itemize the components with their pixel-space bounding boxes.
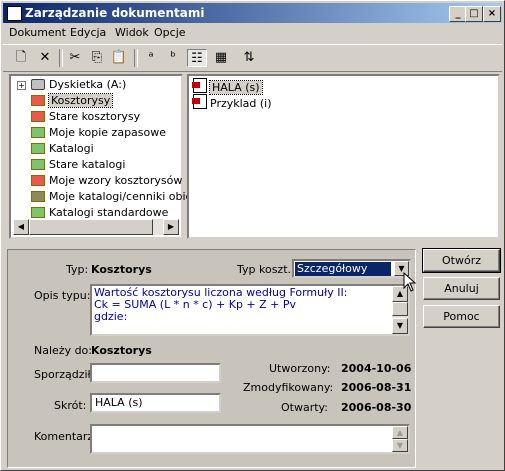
details-view-icon[interactable]: ▦: [211, 49, 231, 67]
tree-item-katalogi[interactable]: Katalogi: [31, 141, 94, 157]
folder-icon: [31, 207, 45, 218]
horizontal-scrollbar[interactable]: ◀ ▶: [13, 219, 179, 235]
document-icon: [192, 78, 207, 93]
scroll-thumb[interactable]: [392, 302, 408, 316]
tree-item-label: Stare katalogi: [49, 158, 126, 171]
help-button[interactable]: Pomoc: [423, 305, 500, 328]
scroll-thumb[interactable]: [29, 219, 153, 235]
sporzadzil-label: Sporządził:: [34, 368, 95, 381]
cut-icon[interactable]: ✂: [65, 49, 85, 67]
title-bar[interactable]: Zarządzanie dokumentami _ □ ×: [3, 3, 502, 23]
typ-label: Typ:: [66, 263, 89, 276]
document-item-przyklad[interactable]: Przyklad (i): [192, 94, 272, 110]
new-document-icon[interactable]: 🗋: [11, 49, 31, 67]
tree-item-kosztorysy[interactable]: Kosztorysy: [31, 93, 114, 109]
menu-dokument[interactable]: Dokument: [9, 26, 66, 39]
toolbar: 🗋 ✕ ✂ ⎘ 📋 ᵃ ᵇ ☷ ▦ ⇅: [3, 44, 502, 72]
sort-icon[interactable]: ⇅: [239, 49, 259, 67]
folder-icon: [31, 95, 45, 106]
paste-icon[interactable]: 📋: [109, 49, 129, 67]
menu-opcje[interactable]: Opcje: [154, 26, 186, 39]
folder-icon: [31, 127, 45, 138]
document-label: Przyklad (i): [210, 97, 272, 110]
tree-item-label: Stare kosztorysy: [49, 110, 141, 123]
skrot-label: Skrót:: [54, 399, 87, 412]
tree-item-label: Moje wzory kosztorysów: [49, 174, 183, 187]
menu-bar: Dokument Edycja Widok Opcje: [3, 24, 502, 42]
scroll-down-icon[interactable]: ▼: [392, 318, 408, 334]
scroll-down-icon[interactable]: ▼: [392, 439, 408, 452]
folder-icon: [31, 111, 45, 122]
nalezy-do-value: Kosztorys: [91, 344, 152, 357]
zmodyfikowany-value: 2006-08-31: [341, 381, 412, 394]
scroll-right-icon[interactable]: ▶: [163, 219, 179, 235]
large-icons-view-icon[interactable]: ᵃ: [141, 49, 161, 67]
otwarty-value: 2006-08-30: [341, 401, 412, 414]
utworzony-label: Utworzony:: [269, 362, 331, 375]
komentarz-label: Komentarz:: [34, 430, 97, 443]
tree-item-stare-kosztorysy[interactable]: Stare kosztorysy: [31, 109, 140, 125]
toolbar-separator: [134, 49, 138, 67]
sporzadzil-input[interactable]: [90, 363, 221, 383]
window-title: Zarządzanie dokumentami: [25, 6, 205, 20]
scroll-up-icon[interactable]: ▲: [392, 426, 408, 439]
small-icons-view-icon[interactable]: ᵇ: [163, 49, 183, 67]
details-panel: Typ: Kosztorys Typ koszt.: Szczegółowy ▼…: [7, 249, 416, 468]
toolbar-separator: [59, 49, 63, 67]
cancel-button[interactable]: Anuluj: [423, 277, 500, 300]
menu-edycja[interactable]: Edycja: [70, 26, 106, 39]
document-icon: [192, 94, 207, 109]
tree-item-wzory-kosztorysow[interactable]: Moje wzory kosztorysów: [31, 173, 182, 189]
scroll-left-icon[interactable]: ◀: [13, 219, 29, 235]
close-button[interactable]: ×: [483, 6, 501, 22]
folder-tree[interactable]: + Dyskietka (A:) Kosztorysy Stare koszto…: [9, 74, 192, 239]
komentarz-textarea[interactable]: ▲ ▼: [90, 424, 410, 454]
open-button[interactable]: Otwórz: [422, 248, 501, 273]
tree-item-dyskietka[interactable]: Dyskietka (A:): [31, 77, 126, 93]
delete-icon[interactable]: ✕: [35, 49, 55, 67]
folder-icon: [31, 159, 45, 170]
folder-icon: [31, 143, 45, 154]
main-window: Zarządzanie dokumentami _ □ × Dokument E…: [0, 0, 505, 471]
utworzony-value: 2004-10-06: [341, 362, 412, 375]
tree-item-stare-katalogi[interactable]: Stare katalogi: [31, 157, 125, 173]
expand-icon[interactable]: +: [17, 81, 26, 90]
opis-typu-value: Wartość kosztorysu liczona według Formuł…: [94, 286, 348, 323]
otwarty-label: Otwarty:: [281, 401, 328, 414]
typ-koszt-label: Typ koszt.:: [237, 263, 295, 276]
tree-item-label: Moje katalogi/cenniki obie: [49, 190, 193, 203]
tree-item-label: Kosztorysy: [47, 93, 114, 108]
tree-item-label: Katalogi standardowe: [49, 206, 169, 219]
typ-koszt-select[interactable]: Szczegółowy ▼: [292, 259, 411, 278]
menu-widok[interactable]: Widok: [115, 26, 149, 39]
opis-typu-text[interactable]: Wartość kosztorysu liczona według Formuł…: [90, 284, 410, 336]
tree-item-label: Katalogi: [49, 142, 94, 155]
vertical-scrollbar[interactable]: ▲ ▼: [392, 426, 408, 452]
drive-icon: [31, 79, 45, 90]
document-label: HALA (s): [209, 80, 263, 95]
app-icon: [7, 6, 22, 21]
tree-item-katalogi-cenniki[interactable]: Moje katalogi/cenniki obie: [31, 189, 192, 205]
typ-koszt-selected: Szczegółowy: [295, 262, 391, 276]
typ-value: Kosztorys: [91, 263, 152, 276]
nalezy-do-label: Należy do:: [34, 344, 92, 357]
maximize-button[interactable]: □: [465, 6, 483, 22]
document-list[interactable]: HALA (s) Przyklad (i): [187, 74, 500, 239]
vertical-scrollbar[interactable]: ▲ ▼: [392, 286, 408, 334]
skrot-input[interactable]: HALA (s): [90, 393, 221, 413]
list-view-icon[interactable]: ☷: [187, 49, 207, 67]
folder-icon: [31, 175, 45, 186]
tree-item-kopie-zapasowe[interactable]: Moje kopie zapasowe: [31, 125, 166, 141]
document-item-hala[interactable]: HALA (s): [192, 78, 263, 95]
zmodyfikowany-label: Zmodyfikowany:: [243, 381, 334, 394]
tree-item-label: Dyskietka (A:): [49, 78, 127, 91]
tree-item-label: Moje kopie zapasowe: [49, 126, 167, 139]
copy-icon[interactable]: ⎘: [87, 49, 107, 67]
opis-typu-label: Opis typu:: [34, 289, 91, 302]
folder-icon: [31, 191, 45, 202]
mouse-pointer-icon: [403, 272, 417, 292]
